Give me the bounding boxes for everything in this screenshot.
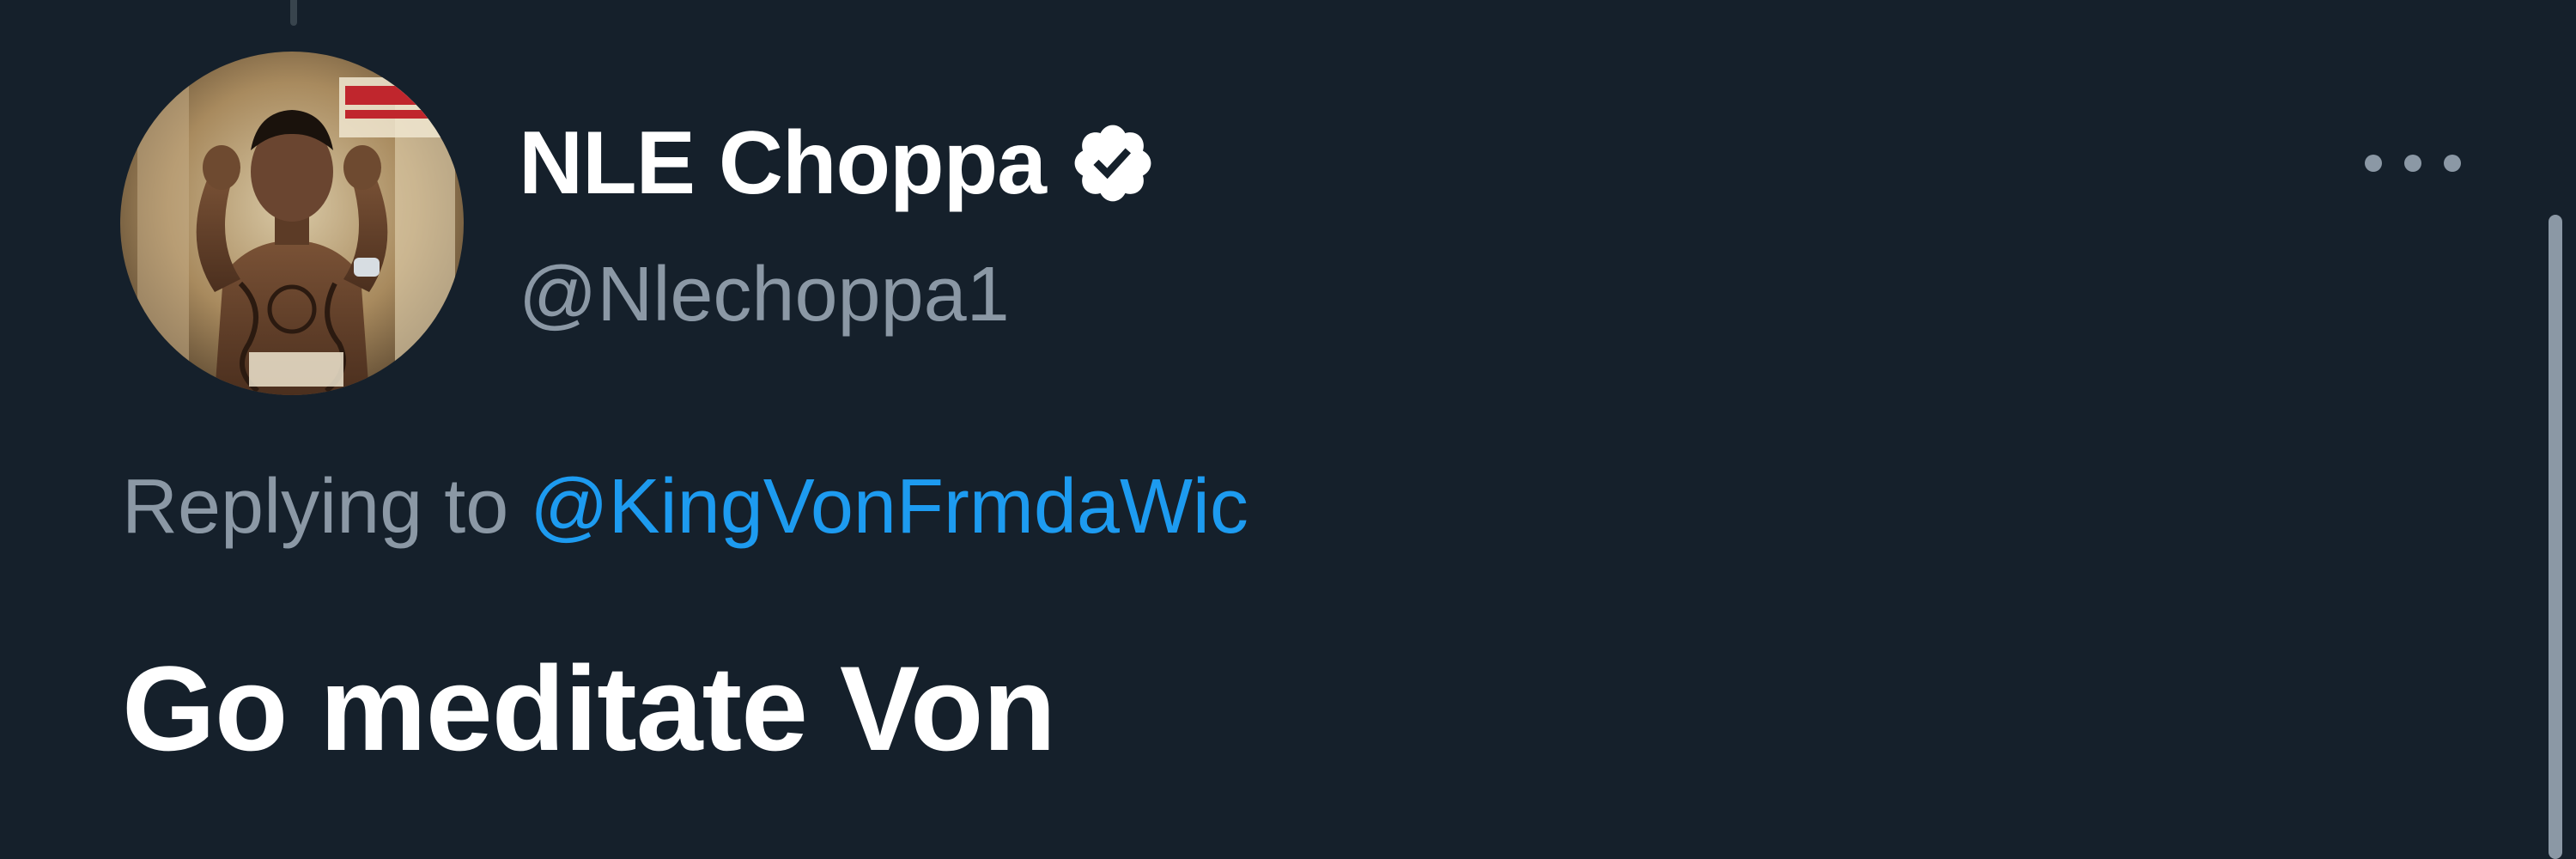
reply-mention-link[interactable]: @KingVonFrmdaWic (530, 464, 1249, 550)
author-handle[interactable]: @Nlechoppa1 (519, 247, 1010, 342)
more-options-icon (2444, 155, 2461, 172)
thread-line (290, 0, 297, 26)
more-options-button[interactable] (2353, 137, 2473, 189)
reply-context: Replying to @KingVonFrmdaWic (122, 460, 1249, 554)
more-options-icon (2365, 155, 2382, 172)
avatar-photo (120, 52, 464, 395)
verified-badge-icon (1068, 119, 1157, 208)
author-name-row[interactable]: NLE Choppa (519, 112, 1157, 215)
tweet: NLE Choppa @Nlechoppa1 Replying to @King… (0, 0, 2576, 859)
more-options-icon (2404, 155, 2421, 172)
tweet-text: Go meditate Von (122, 641, 1056, 776)
author-avatar[interactable] (120, 52, 464, 395)
scrollbar[interactable] (2549, 215, 2562, 859)
reply-prefix-label: Replying to (122, 464, 531, 550)
author-display-name[interactable]: NLE Choppa (519, 112, 1047, 215)
